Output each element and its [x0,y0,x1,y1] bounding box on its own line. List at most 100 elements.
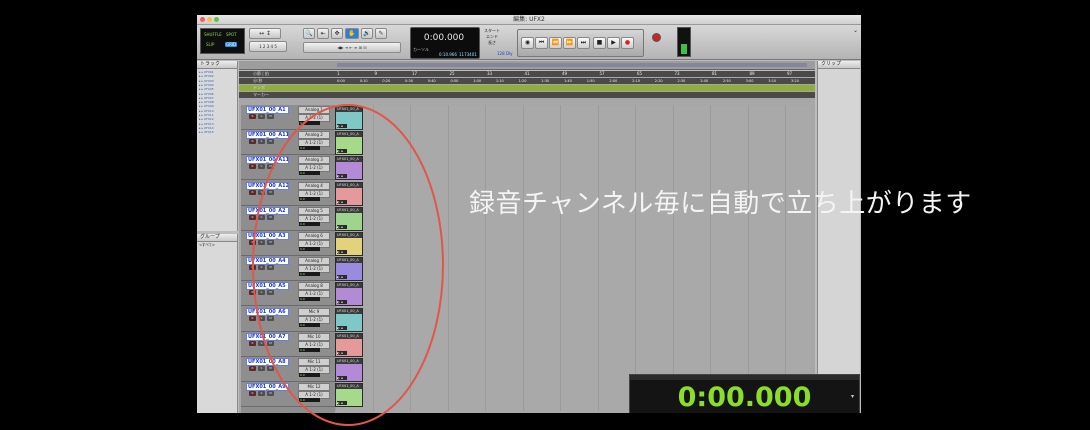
mode-grid[interactable]: GRID [225,42,238,47]
time-tick-label: 0:40 [427,79,436,83]
grid-line [785,105,786,411]
time-tick-label: 0:20 [382,79,391,83]
big-counter-window: 0:00.000 ▾ [629,374,860,413]
bar-tick-label: 1 [337,71,340,76]
bar-tick-label: 25 [449,71,455,76]
fast-forward-button[interactable]: ⏩ [563,37,576,49]
record-button[interactable]: ● [621,37,634,49]
window-title: 編集: UFX2 [513,16,545,23]
ruler-label: 分:秒 [253,78,263,83]
annotation-text: 録音チャンネル毎に自動で立ち上がります [469,189,972,219]
main-counter: 0:00.000 カーソル 0:10.966 1173401 [410,27,480,59]
bar-tick-label: 89 [749,71,755,76]
return-to-zero-button[interactable]: ⏮ [535,37,548,49]
big-counter-menu-icon[interactable]: ▾ [851,393,854,400]
toolbar-menu-icon[interactable]: ⌄ [853,27,858,34]
tracks-panel: トラック ▸ ▸ UFX01 ▸ ▸ UFX02 ▸ ▸ UFX03 ▸ ▸ UFX0… [197,61,238,231]
length-label: 長さ [488,40,496,45]
tracks-panel-title: トラック [197,61,237,69]
time-tick-label: 2:00 [609,79,618,83]
edit-mode-box: SHUFFLE SPOT SLIP GRID [200,28,245,54]
time-tick-label: 2:30 [677,79,686,83]
transport-bar: ◉ ⏮ ⏪ ⏩ ⏭ ■ ▶ ● [517,29,644,57]
time-tick-label: 0:50 [450,79,459,83]
bar-tick-label: 97 [787,71,793,76]
online-button[interactable]: ◉ [521,37,534,49]
sample-value: 1173401 [459,52,477,57]
stop-button[interactable]: ■ [593,37,606,49]
time-tick-label: 2:50 [722,79,731,83]
bar-tick-label: 33 [487,71,493,76]
record-arm-icon[interactable] [652,33,661,42]
time-tick-label: 0:30 [405,79,413,83]
annotation-ellipse [252,104,444,426]
trim-tool-icon[interactable]: ⇤ [317,28,329,39]
track-list-item[interactable]: ▸ ▸ UFX15 [199,130,233,134]
time-tick-label: 1:00 [473,79,482,83]
mode-spot[interactable]: SPOT [225,32,238,37]
zoom-controls[interactable]: ↔ ↕ [249,28,281,39]
overview-region [337,63,807,67]
main-counter-value: 0:00.000 [423,33,465,43]
cursor-label: カーソル [413,47,429,52]
grid-line [597,105,599,411]
cursor-value: 0:10.966 [439,52,457,57]
bar-tick-label: 17 [412,71,418,76]
grid-line [485,105,486,411]
master-meter [677,27,691,57]
time-tick-label: 2:10 [632,79,640,83]
selector-tool-icon[interactable]: ✥ [331,28,343,39]
time-tick-label: 0:00 [337,79,345,83]
big-counter-time: 0:00.000 [677,382,812,413]
window-titlebar: 編集: UFX2 [197,15,861,25]
play-button[interactable]: ▶ [607,37,620,49]
time-tick-label: 1:10 [495,79,504,83]
grid-line [522,105,524,411]
edit-tool-row[interactable]: ◀▶ ⇥ ⇤ ≡ ⊞ ⊟ [303,42,401,53]
time-tick-label: 2:20 [654,79,663,83]
time-tick-label: 3:10 [768,79,777,83]
meter-level [681,44,687,54]
time-tick-label: 1:30 [541,79,550,83]
bar-tick-label: 57 [599,71,605,76]
bar-tick-label: 73 [674,71,680,76]
zoom-presets[interactable]: 1 2 3 4 5 [249,41,287,52]
pencil-tool-icon[interactable]: ✎ [375,28,387,39]
time-tick-label: 1:40 [564,79,572,83]
time-tick-label: 0:10 [359,79,368,83]
scrubber-tool-icon[interactable]: 🔊 [361,28,373,39]
time-tick-label: 3:20 [791,79,799,83]
grid-line [710,105,711,411]
timeline-overview[interactable] [239,61,815,70]
clips-panel: クリップ [817,61,860,413]
ruler-label: 小節 | 拍 [253,71,269,76]
bar-tick-label: 65 [637,71,643,76]
bar-tick-label: 49 [562,71,568,76]
edit-toolbar: SHUFFLE SPOT SLIP GRID ↔ ↕ 1 2 3 4 5 🔍 ⇤… [197,25,861,60]
delay-label: 128 Dly [497,51,513,56]
mode-shuffle[interactable]: SHUFFLE [203,32,223,37]
mode-slip[interactable]: SLIP [205,42,215,47]
time-tick-label: 2:40 [700,79,709,83]
ruler-label: テンポ [253,85,265,90]
bar-tick-label: 41 [524,71,530,76]
grabber-tool-icon[interactable]: ✋ [345,28,359,39]
groups-all-item[interactable]: <すべて> [199,243,215,248]
bar-tick-label: 9 [374,71,378,76]
annotation-ellipse-shape [252,104,444,426]
time-tick-label: 1:20 [518,79,527,83]
go-to-end-button[interactable]: ⏭ [577,37,590,49]
zoomer-tool-icon[interactable]: 🔍 [303,28,315,39]
groups-panel: グループ <すべて> [197,234,238,413]
time-tick-label: 3:00 [745,79,754,83]
grid-line [672,105,674,411]
ruler-row[interactable]: テンポ [239,85,815,91]
bar-tick-label: 81 [712,71,718,76]
ruler-label: マーカー [253,92,269,97]
grid-line [747,105,749,411]
ruler-row[interactable]: マーカー [239,92,815,98]
clips-panel-title: クリップ [818,61,860,69]
rewind-button[interactable]: ⏪ [549,37,562,49]
big-counter-titlebar [630,375,859,380]
grid-line [635,105,636,411]
